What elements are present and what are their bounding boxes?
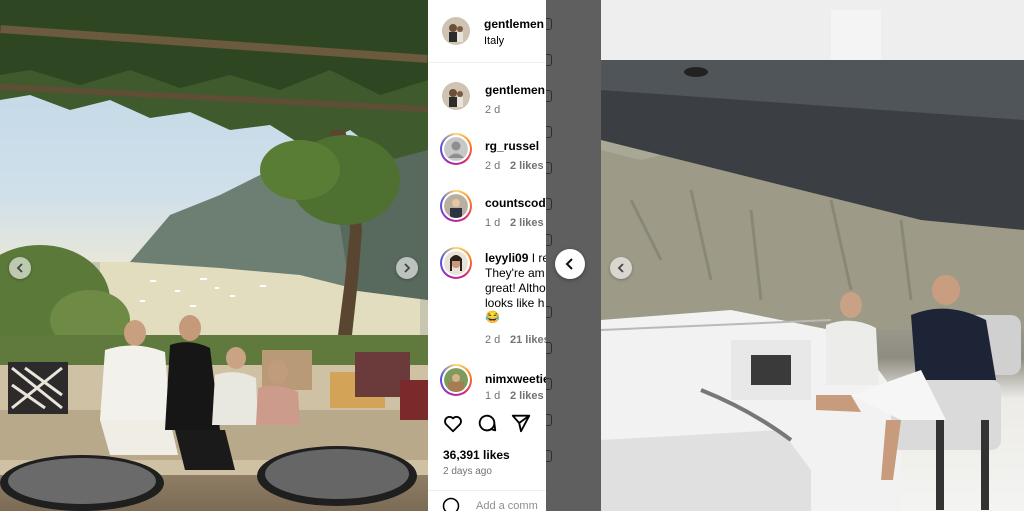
share-icon[interactable] xyxy=(510,412,532,434)
post-detail-panel: gentlemen Italy gentlemen 2 d rg_russel … xyxy=(428,0,546,511)
author-username[interactable]: gentlemen xyxy=(484,17,544,31)
comment-avatar[interactable] xyxy=(440,364,472,396)
comment-emoji: 😂 xyxy=(485,310,500,324)
comment-avatar[interactable] xyxy=(440,247,472,279)
prev-photo-button[interactable] xyxy=(610,257,632,279)
chevron-right-icon xyxy=(404,263,411,273)
comment-username[interactable]: countscode xyxy=(485,196,546,210)
caption-time: 2 d xyxy=(485,104,501,116)
comment-body-line: great! Altho xyxy=(485,281,546,295)
comment-likes[interactable]: 2 likes xyxy=(510,217,544,229)
next-photo-button[interactable] xyxy=(396,257,418,279)
viewer: gentlemen Italy gentlemen 2 d rg_russel … xyxy=(0,0,1024,511)
comment-username[interactable]: rg_russel xyxy=(485,139,539,153)
author-avatar[interactable] xyxy=(442,17,470,45)
prev-post-button[interactable] xyxy=(555,249,585,279)
comment-time: 2 d xyxy=(485,334,501,346)
comment-avatar[interactable] xyxy=(440,133,472,165)
comment-avatar[interactable] xyxy=(440,190,472,222)
comment-likes[interactable]: 2 likes xyxy=(510,390,544,402)
divider xyxy=(428,490,546,491)
caption-avatar[interactable] xyxy=(442,82,470,110)
heart-icon[interactable] xyxy=(442,412,464,434)
chevron-left-icon xyxy=(16,263,23,273)
comment-username[interactable]: leyyli09 xyxy=(485,251,528,265)
post-location[interactable]: Italy xyxy=(484,35,504,47)
comment-likes[interactable]: 2 likes xyxy=(510,160,544,172)
chevron-left-icon xyxy=(617,263,624,273)
comment-icon[interactable] xyxy=(476,412,498,434)
comment-time: 1 d xyxy=(485,217,501,229)
comment-body-line: They're am xyxy=(485,266,545,280)
add-comment-input[interactable]: Add a comm xyxy=(476,500,538,511)
comment-username[interactable]: nimxweetie xyxy=(485,372,546,386)
comment-time: 2 d xyxy=(485,160,501,172)
post-time-ago: 2 days ago xyxy=(443,466,492,477)
like-count[interactable]: 36,391 likes xyxy=(443,448,510,462)
post-photo-yacht xyxy=(601,0,1024,511)
post-photo-family xyxy=(0,0,428,511)
chevron-left-icon xyxy=(565,258,573,270)
caption-username[interactable]: gentlemen xyxy=(485,83,545,97)
comment-body: leyyli09 I re xyxy=(485,251,546,265)
prev-photo-button[interactable] xyxy=(9,257,31,279)
comment-body-line: looks like h xyxy=(485,296,545,310)
post-header: gentlemen Italy xyxy=(428,0,546,63)
comment-likes[interactable]: 21 likes xyxy=(510,334,546,346)
emoji-icon[interactable] xyxy=(442,497,460,511)
comment-time: 1 d xyxy=(485,390,501,402)
